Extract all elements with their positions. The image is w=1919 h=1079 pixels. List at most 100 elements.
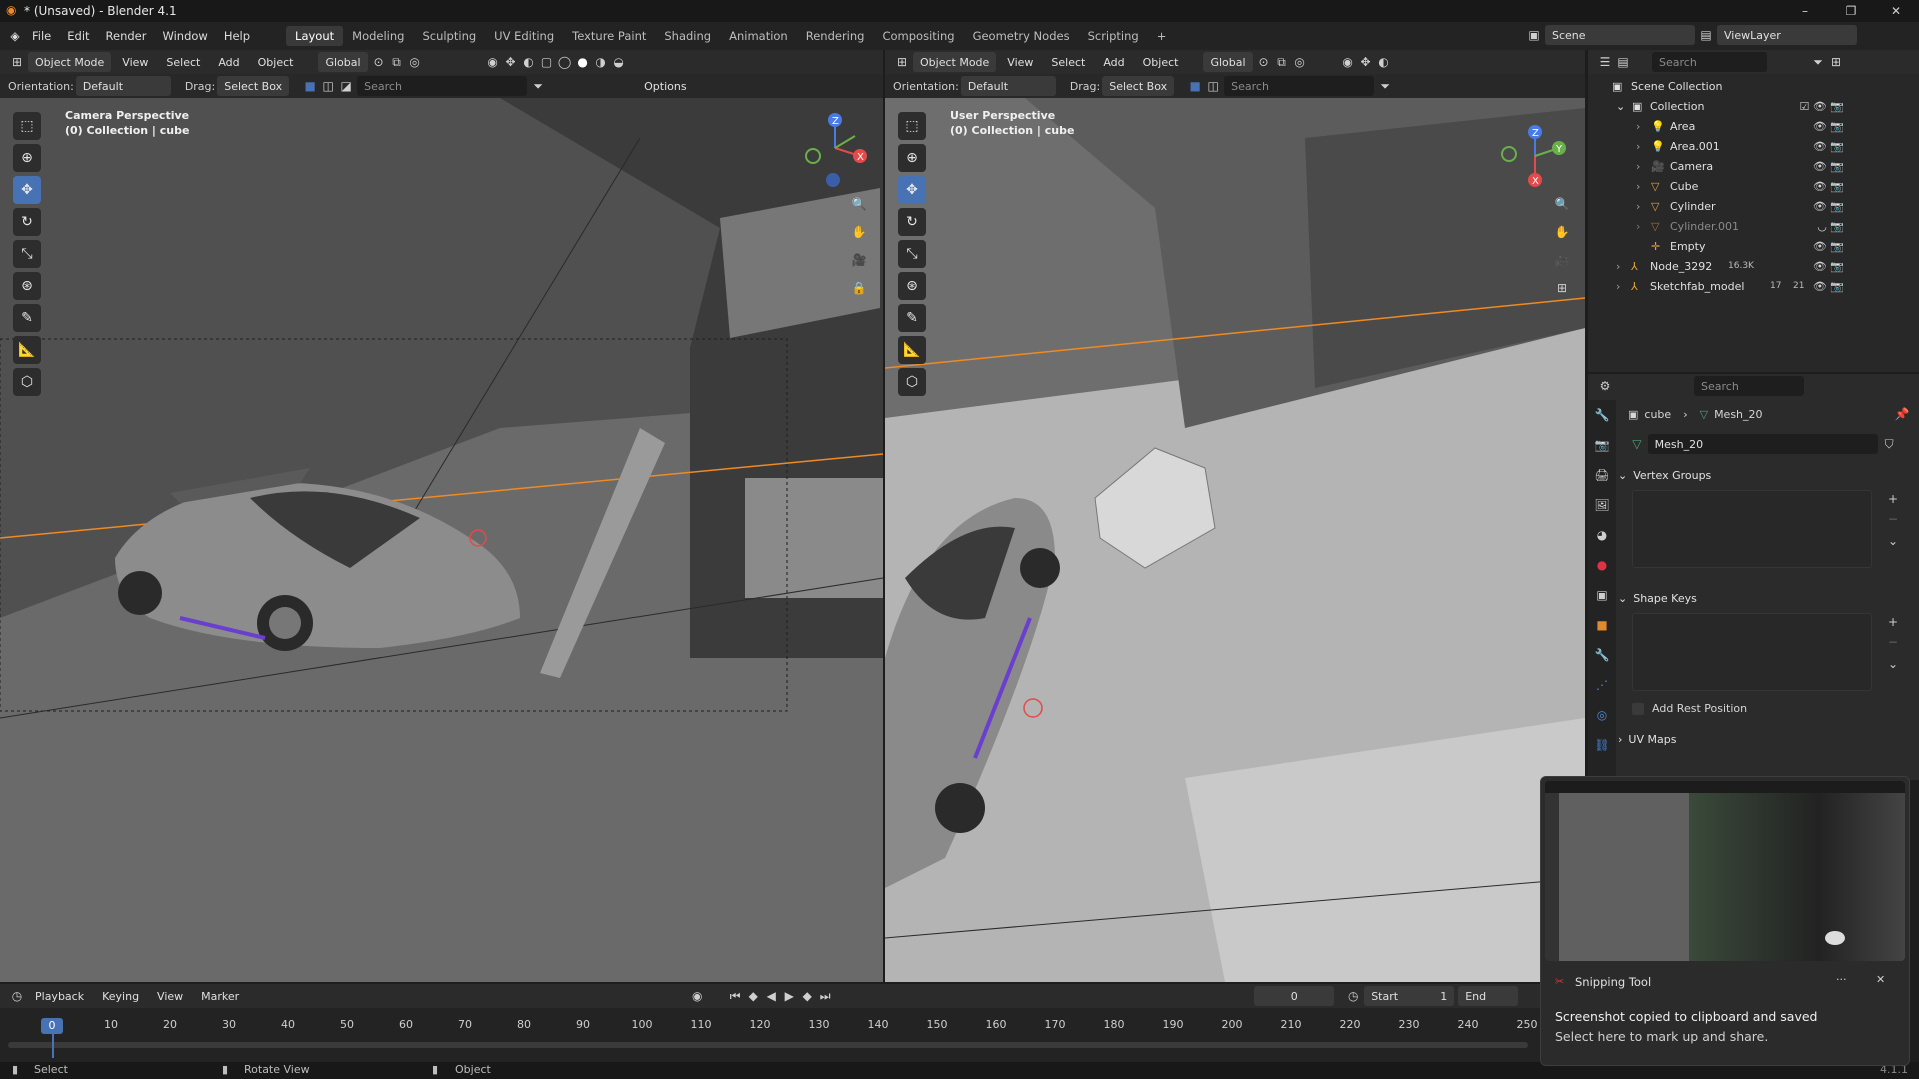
zoom-icon[interactable]: 🔍 [850, 195, 868, 213]
timeline-ruler[interactable]: 0 10 20 30 40 50 60 70 80 90 100 110 120 130 140 150 160… [0, 1008, 1540, 1062]
scene-tab-icon[interactable]: ◕ [1593, 526, 1611, 544]
tab-shading[interactable]: Shading [655, 26, 720, 46]
visibility-icons[interactable]: ☑ 👁 📷 [1799, 100, 1844, 113]
gizmo-toggle-icon[interactable]: ✥ [502, 53, 520, 71]
snipping-tool-notification[interactable]: ✂ Snipping Tool ··· ✕ Screenshot copied … [1540, 776, 1910, 1066]
select-tool-icon[interactable]: ⬚ [898, 112, 926, 140]
remove-vertex-group-icon[interactable]: − [1884, 510, 1902, 528]
expand-icon[interactable]: ⌄ [1616, 100, 1625, 113]
select-menu[interactable]: Select [1044, 52, 1092, 72]
add-cube-tool-icon[interactable]: ⬡ [13, 368, 41, 396]
view-layer-icon[interactable]: ▤ [1697, 26, 1715, 44]
orientation-dropdown[interactable]: Default [75, 76, 171, 96]
preview-range-icon[interactable]: ◷ [1344, 987, 1362, 1005]
tab-uv-editing[interactable]: UV Editing [485, 26, 563, 46]
snap-icon[interactable]: ⧉ [1273, 53, 1291, 71]
transform-orientation-dropdown[interactable]: Global [318, 52, 368, 72]
jump-keyframe-forward-icon[interactable]: ◆ [798, 987, 816, 1005]
object-mode-dropdown[interactable]: Object Mode [913, 52, 997, 72]
select-mode-icon[interactable]: ■ [301, 77, 319, 95]
tool-search-input[interactable]: Search [1224, 76, 1375, 96]
tab-compositing[interactable]: Compositing [873, 26, 963, 46]
minimize-button[interactable]: – [1782, 0, 1828, 22]
annotate-tool-icon[interactable]: ✎ [13, 304, 41, 332]
keying-menu[interactable]: Keying [95, 986, 146, 1006]
visibility-icons[interactable]: 👁 📷 [1813, 120, 1844, 133]
mesh-data-icon[interactable]: ▽ [1628, 435, 1646, 453]
proportional-edit-icon[interactable]: ◎ [406, 53, 424, 71]
vertex-groups-panel-header[interactable]: ⌄ Vertex Groups [1618, 464, 1848, 486]
lock-icon[interactable]: 🔒 [850, 279, 868, 297]
visibility-icons[interactable]: 👁 📷 [1813, 280, 1844, 293]
particles-tab-icon[interactable]: ⋰ [1593, 676, 1611, 694]
pivot-icon[interactable]: ⊙ [1255, 53, 1273, 71]
tab-modeling[interactable]: Modeling [343, 26, 413, 46]
gizmo-toggle-icon[interactable]: ✥ [1357, 53, 1375, 71]
pin-icon[interactable]: 📌 [1893, 405, 1911, 423]
outliner-item-area[interactable]: › 💡 Area 👁 📷 [1588, 116, 1858, 136]
tab-animation[interactable]: Animation [720, 26, 797, 46]
select-tool-icon[interactable]: ⬚ [13, 112, 41, 140]
display-mode-icon[interactable]: ▤ [1614, 53, 1632, 71]
view-menu[interactable]: View [115, 52, 155, 72]
editor-type-icon[interactable]: ⊞ [8, 53, 26, 71]
filter-icon[interactable]: ⏷ [529, 77, 547, 95]
camera-view-icon[interactable]: 🎥 [850, 251, 868, 269]
auto-keying-icon[interactable]: ◉ [688, 987, 706, 1005]
grid-view-icon[interactable]: ⊞ [1553, 279, 1571, 297]
datablock-name-field[interactable]: Mesh_20 [1647, 434, 1879, 454]
outliner-item-camera[interactable]: › 🎥 Camera 👁 📷 [1588, 156, 1858, 176]
current-frame-field[interactable]: 0 [1254, 986, 1335, 1006]
end-frame-field[interactable]: End [1458, 986, 1519, 1006]
jump-keyframe-back-icon[interactable]: ◆ [744, 987, 762, 1005]
navigation-gizmo-right[interactable]: X Z Y [1495, 116, 1575, 196]
annotate-tool-icon[interactable]: ✎ [898, 304, 926, 332]
tab-geometry-nodes[interactable]: Geometry Nodes [964, 26, 1079, 46]
shape-keys-panel-header[interactable]: ⌄ Shape Keys [1618, 587, 1848, 609]
menu-file[interactable]: File [24, 29, 59, 43]
outliner-item-cube[interactable]: › ▽ Cube 👁 📷 [1588, 176, 1858, 196]
options-button[interactable]: Options [637, 76, 693, 96]
tool-tab-icon[interactable]: 🔧 [1593, 406, 1611, 424]
menu-render[interactable]: Render [98, 29, 155, 43]
playhead-indicator[interactable]: 0 [41, 1018, 63, 1034]
overlay-toggle-icon[interactable]: ◐ [520, 53, 538, 71]
visibility-icons[interactable]: 👁 📷 [1813, 260, 1844, 273]
shading-wireframe-icon[interactable]: ◯ [556, 53, 574, 71]
transform-tool-icon[interactable]: ⊛ [13, 272, 41, 300]
camera-view-icon[interactable]: 🎥 [1553, 251, 1571, 269]
add-vertex-group-icon[interactable]: + [1884, 490, 1902, 508]
tab-sculpting[interactable]: Sculpting [413, 26, 485, 46]
notification-close-button[interactable]: ✕ [1876, 973, 1885, 986]
object-menu[interactable]: Object [251, 52, 301, 72]
marker-menu[interactable]: Marker [194, 986, 246, 1006]
scale-tool-icon[interactable]: ⤡ [13, 240, 41, 268]
shape-keys-list[interactable] [1632, 613, 1872, 691]
select-menu[interactable]: Select [159, 52, 207, 72]
jump-start-icon[interactable]: ⏮ [726, 987, 744, 1005]
add-workspace-button[interactable]: + [1148, 26, 1176, 46]
outliner-item-node[interactable]: › ⅄ Node_3292 16.3K 👁 📷 [1588, 256, 1858, 276]
menu-help[interactable]: Help [216, 29, 258, 43]
mode-subtract-icon[interactable]: ◪ [337, 77, 355, 95]
new-collection-icon[interactable]: ⊞ [1827, 53, 1845, 71]
visibility-icon[interactable]: ◉ [484, 53, 502, 71]
collection-tab-icon[interactable]: ▣ [1593, 586, 1611, 604]
viewport-left[interactable]: ⊞ Object Mode View Select Add Object Glo… [0, 50, 883, 982]
view-menu[interactable]: View [1000, 52, 1040, 72]
orientation-dropdown[interactable]: Default [960, 76, 1056, 96]
remove-shape-key-icon[interactable]: − [1884, 633, 1902, 651]
mesh-datablock-selector[interactable]: ▽ Mesh_20 ⛉ [1628, 434, 1898, 454]
add-shape-key-icon[interactable]: + [1884, 613, 1902, 631]
notification-more-button[interactable]: ··· [1836, 973, 1847, 986]
vertex-group-menu-icon[interactable]: ⌄ [1884, 532, 1902, 550]
object-tab-icon[interactable]: ■ [1593, 616, 1611, 634]
render-tab-icon[interactable]: 📷 [1593, 436, 1611, 454]
add-menu[interactable]: Add [1096, 52, 1131, 72]
properties-search-input[interactable]: Search [1694, 376, 1804, 396]
visibility-icons[interactable]: 👁 📷 [1813, 160, 1844, 173]
visibility-icons[interactable]: ◡ 📷 [1817, 220, 1844, 233]
visibility-icons[interactable]: 👁 📷 [1813, 240, 1844, 253]
uv-maps-panel-header[interactable]: › UV Maps [1618, 728, 1848, 750]
close-button[interactable]: ✕ [1873, 0, 1919, 22]
